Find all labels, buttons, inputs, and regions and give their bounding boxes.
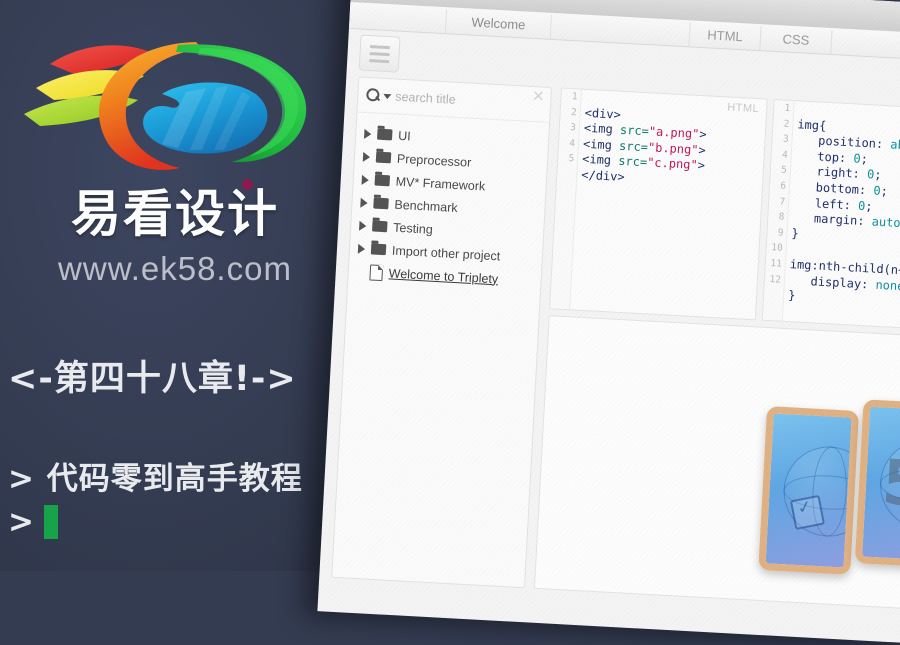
line-number: 11 (770, 257, 783, 270)
line-number: 6 (780, 180, 787, 192)
line-number: 8 (778, 211, 785, 223)
line-number: 12 (769, 273, 782, 286)
puzzle-check-icon (789, 494, 826, 530)
line-number: 2 (783, 118, 790, 130)
preview-card-globe (758, 406, 859, 575)
folder-icon (371, 220, 388, 233)
tree-item-label: MV* Framework (395, 174, 486, 194)
close-icon[interactable]: ✕ (531, 88, 544, 106)
line-number: 4 (781, 149, 789, 161)
tree-item-label: Testing (392, 220, 434, 237)
disclosure-triangle-icon[interactable] (359, 220, 367, 231)
tree-item-label: Benchmark (394, 197, 459, 215)
preview-card-glyph: 5 (854, 399, 900, 569)
css-code-content[interactable]: img{ position: absolute; top: 0; right: … (788, 101, 900, 312)
line-number: 2 (570, 106, 578, 118)
tab-css[interactable]: CSS (759, 26, 833, 55)
hamburger-icon[interactable] (358, 34, 401, 73)
line-number: 3 (782, 133, 789, 146)
tab-extra[interactable] (830, 30, 900, 58)
line-number: 3 (569, 122, 577, 134)
html-pane-badge: HTML (726, 101, 760, 116)
disclosure-triangle-icon[interactable] (362, 151, 371, 162)
document-icon (369, 263, 384, 281)
brand-logo: 易看设计 www.ek58.com (10, 22, 340, 287)
chevron-down-icon[interactable] (383, 93, 392, 99)
line-number: 10 (770, 242, 783, 255)
line-number: 9 (777, 227, 784, 239)
disclosure-triangle-icon[interactable] (357, 243, 366, 254)
folder-icon (375, 151, 392, 164)
preview-pane[interactable]: 5 (533, 315, 900, 612)
search-icon (366, 88, 381, 103)
folder-icon (373, 197, 389, 210)
tree-item-label: UI (397, 128, 412, 143)
tab-html[interactable]: HTML (688, 22, 762, 51)
logo-dot-icon (242, 179, 253, 190)
line-number: 1 (571, 91, 578, 103)
disclosure-triangle-icon[interactable] (361, 174, 370, 185)
file-tree: UI Preprocessor MV* Framework Benchmark (348, 112, 549, 292)
tree-item-label: Preprocessor (396, 151, 472, 170)
logo-mark-icon (24, 42, 307, 170)
html-gutter: 1 2 3 4 5 (550, 88, 582, 310)
brand-wordmark: 易看设计 (71, 185, 279, 243)
line-number: 5 (568, 153, 575, 165)
line-number: 1 (784, 102, 791, 114)
promo-prompt-symbol: > (8, 504, 34, 540)
search-input[interactable]: search title (366, 84, 519, 114)
line-number: 4 (569, 137, 576, 150)
line-number: 5 (780, 164, 788, 177)
html-editor-pane[interactable]: HTML 1 2 3 4 5 <div> <img src="a.png"> <… (549, 87, 768, 321)
css-editor-pane[interactable]: 1 2 3 4 5 6 7 8 9 10 11 12 img{ position… (761, 98, 900, 332)
disclosure-triangle-icon[interactable] (360, 197, 368, 208)
text-cursor (43, 505, 58, 539)
tree-item-label: Welcome to Triplety (388, 265, 499, 286)
app-window: Welcome HTML CSS search title ✕ UI Prepr… (317, 0, 900, 645)
disclosure-triangle-icon[interactable] (364, 128, 372, 139)
search-placeholder: search title (394, 89, 457, 107)
preview-card-glyph-label: 5 (880, 445, 900, 521)
brand-url: www.ek58.com (58, 250, 292, 287)
file-tree-sidebar: search title ✕ UI Preprocessor MV* Frame… (331, 76, 553, 589)
line-number: 7 (779, 196, 786, 208)
tree-item-label: Import other project (391, 243, 501, 263)
folder-icon (376, 128, 393, 141)
folder-icon (370, 243, 387, 256)
html-code-content[interactable]: <div> <img src="a.png"> <img src="b.png"… (581, 90, 709, 190)
folder-icon (374, 174, 391, 187)
tab-welcome[interactable]: Welcome (444, 9, 552, 39)
